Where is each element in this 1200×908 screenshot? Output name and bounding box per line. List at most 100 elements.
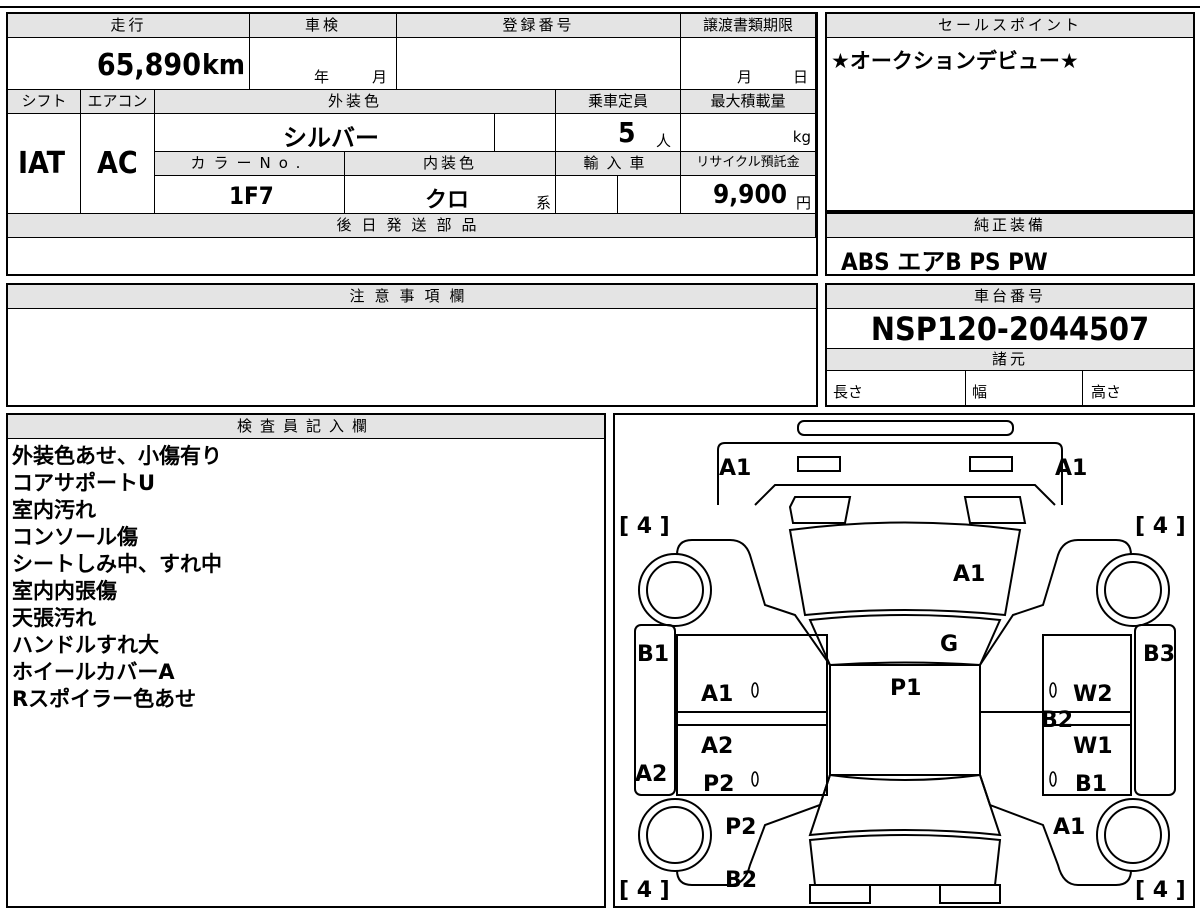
length-cell: 長さ bbox=[827, 371, 966, 405]
sales-point-text: ★オークションデビュー★ bbox=[831, 49, 1079, 73]
mark-right-front-door-w2: W2 bbox=[1073, 682, 1113, 707]
import-cell-b bbox=[618, 176, 681, 214]
shaken-month-unit: 月 bbox=[372, 68, 388, 86]
transfer-deadline-header: 譲渡書類期限 bbox=[681, 14, 816, 38]
recycle-header: リサイクル預託金 bbox=[681, 152, 816, 176]
note-line: 室内内張傷 bbox=[12, 579, 117, 603]
later-parts-header: 後日発送部品 bbox=[8, 214, 816, 238]
note-line: 室内汚れ bbox=[12, 498, 96, 522]
shaken-year-unit: 年 bbox=[314, 68, 330, 86]
sales-point-box: セールスポイント ★オークションデビュー★ bbox=[825, 12, 1195, 212]
mark-left-a2: A2 bbox=[635, 762, 667, 787]
mark-right-b3: B3 bbox=[1143, 642, 1175, 667]
mark-left-b1: B1 bbox=[637, 642, 669, 667]
vehicle-info-table: 走行 車検 登録番号 譲渡書類期限 65,890 km 年 月 月 日 シフト … bbox=[6, 12, 818, 276]
ac-cell: AC bbox=[81, 114, 155, 214]
height-label: 高さ bbox=[1091, 383, 1122, 401]
maxload-unit: kg bbox=[792, 128, 811, 146]
tire-fr-tread: [ 4 ] bbox=[1135, 514, 1186, 539]
maxload-header: 最大積載量 bbox=[681, 90, 816, 114]
tire-rr-tread: [ 4 ] bbox=[1135, 878, 1186, 903]
rear-hatch bbox=[808, 834, 1002, 886]
wheel-rear-right bbox=[1096, 798, 1170, 872]
capacity-header: 乗車定員 bbox=[556, 90, 681, 114]
length-label: 長さ bbox=[833, 383, 864, 401]
mark-right-rear-door-b1: B1 bbox=[1075, 772, 1107, 797]
width-cell: 幅 bbox=[966, 371, 1083, 405]
wheel-front-left bbox=[638, 553, 712, 627]
wiper-left bbox=[788, 496, 852, 524]
mark-left-rear-door-a2: A2 bbox=[701, 734, 733, 759]
registration-cell bbox=[397, 38, 681, 90]
int-color-header: 内装色 bbox=[345, 152, 556, 176]
wiper-right bbox=[963, 496, 1027, 524]
registration-header: 登録番号 bbox=[397, 14, 681, 38]
chassis-header: 車台番号 bbox=[827, 285, 1193, 309]
later-parts-body bbox=[8, 238, 816, 274]
shift-header: シフト bbox=[8, 90, 81, 114]
mark-left-rear-p2: P2 bbox=[725, 815, 756, 840]
chassis-box: 車台番号 NSP120-2044507 諸元 長さ 幅 高さ bbox=[825, 283, 1195, 407]
mark-hood-a1: A1 bbox=[953, 562, 985, 587]
capacity-unit: 人 bbox=[656, 132, 672, 150]
mileage-header: 走行 bbox=[8, 14, 250, 38]
ac-header: エアコン bbox=[81, 90, 155, 114]
color-no-value: 1F7 bbox=[229, 182, 274, 210]
shaken-header: 車検 bbox=[250, 14, 397, 38]
damage-diagram-box: A1 A1 A1 G P1 B1 A1 A2 A2 P2 P2 B2 B3 W2… bbox=[613, 413, 1195, 908]
headlight-right bbox=[969, 456, 1013, 472]
ext-color-header: 外装色 bbox=[155, 90, 556, 114]
cowl-line bbox=[754, 484, 1056, 506]
shift-cell: IAT bbox=[8, 114, 81, 214]
mark-right-rear-door-w1: W1 bbox=[1073, 734, 1113, 759]
int-color-cell: クロ 系 bbox=[345, 176, 556, 214]
shift-value: IAT bbox=[18, 146, 66, 181]
wheel-rear-left-inner bbox=[646, 806, 704, 864]
mark-roof-p1: P1 bbox=[890, 676, 921, 701]
wheel-front-right bbox=[1096, 553, 1170, 627]
left-rear-door bbox=[676, 724, 828, 796]
inspector-notes: 外装色あせ、小傷有り コアサポートU 室内汚れ コンソール傷 シートしみ中、すれ… bbox=[12, 443, 222, 713]
capacity-value: 5 bbox=[618, 116, 636, 149]
equipment-header: 純正装備 bbox=[827, 214, 1193, 238]
tire-fl-tread: [ 4 ] bbox=[619, 514, 670, 539]
mark-zero bbox=[1049, 771, 1057, 787]
maxload-cell: kg bbox=[681, 114, 816, 152]
front-bumper-mark bbox=[797, 420, 1014, 436]
sales-point-header: セールスポイント bbox=[827, 14, 1193, 38]
caution-header: 注意事項欄 bbox=[8, 285, 816, 309]
wheel-rear-left bbox=[638, 798, 712, 872]
ext-color-extra-cell bbox=[495, 114, 556, 152]
equipment-box: 純正装備 ABS エアB PS PW bbox=[825, 212, 1195, 276]
note-line: コアサポートU bbox=[12, 471, 156, 495]
width-label: 幅 bbox=[972, 383, 988, 401]
chassis-number: NSP120-2044507 bbox=[827, 309, 1193, 349]
mark-left-front-door-a1: A1 bbox=[701, 682, 733, 707]
inspector-box: 検査員記入欄 外装色あせ、小傷有り コアサポートU 室内汚れ コンソール傷 シー… bbox=[6, 413, 606, 908]
wheel-front-right-inner bbox=[1104, 561, 1162, 619]
note-line: Rスポイラー色あせ bbox=[12, 687, 197, 711]
note-line: コンソール傷 bbox=[12, 525, 138, 549]
transfer-deadline-cell: 月 日 bbox=[681, 38, 816, 90]
rear-bumper-mark bbox=[809, 884, 871, 904]
mark-zero bbox=[1049, 682, 1057, 698]
hood bbox=[788, 521, 1022, 617]
ext-color-cell: シルバー bbox=[155, 114, 495, 152]
mark-windshield-g: G bbox=[940, 632, 958, 657]
mark-front-left-a1: A1 bbox=[719, 456, 751, 481]
transfer-month-unit: 月 bbox=[737, 68, 753, 86]
headlight-left bbox=[797, 456, 841, 472]
car-diagram: A1 A1 A1 G P1 B1 A1 A2 A2 P2 P2 B2 B3 W2… bbox=[619, 420, 1186, 904]
equipment-text: ABS エアB PS PW bbox=[841, 248, 1048, 276]
mark-zero bbox=[751, 682, 759, 698]
specs-header: 諸元 bbox=[827, 349, 1193, 371]
color-no-cell: 1F7 bbox=[155, 176, 345, 214]
note-line: シートしみ中、すれ中 bbox=[12, 552, 222, 576]
transfer-day-unit: 日 bbox=[793, 68, 809, 86]
windshield bbox=[808, 614, 1002, 667]
top-strip bbox=[0, 0, 1200, 8]
ext-color-value: シルバー bbox=[283, 124, 379, 152]
wheel-rear-right-inner bbox=[1104, 806, 1162, 864]
rear-bumper-mark-2 bbox=[939, 884, 1001, 904]
mileage-value: 65,890 bbox=[96, 48, 201, 83]
